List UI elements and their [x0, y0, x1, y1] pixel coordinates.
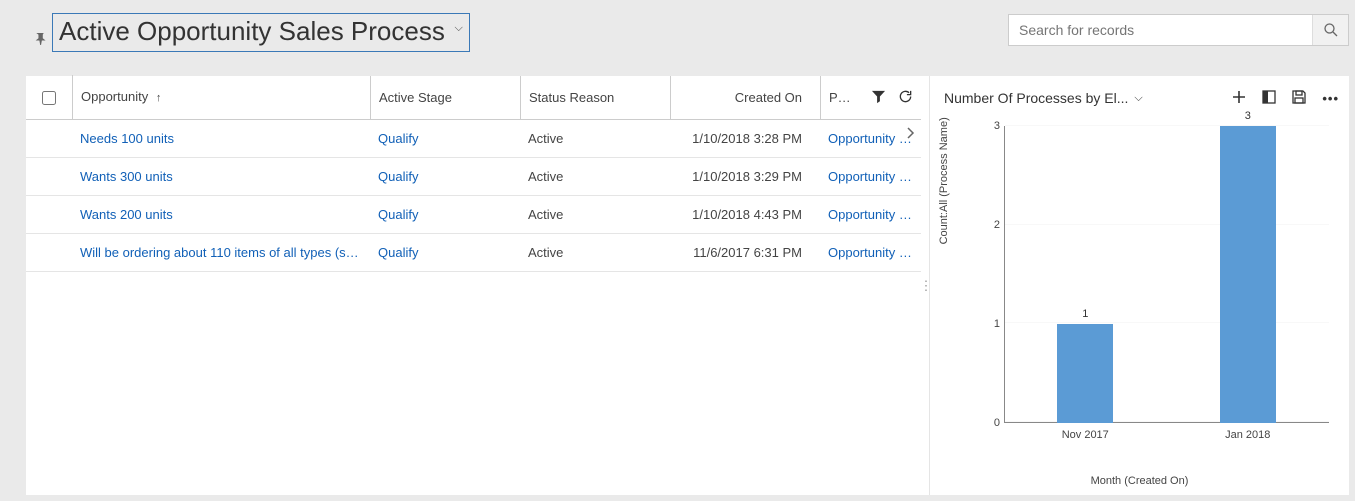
cell-status: Active [520, 234, 670, 272]
cell-status: Active [520, 120, 670, 158]
cell-opportunity[interactable]: Will be ordering about 110 items of all … [72, 234, 370, 272]
more-icon[interactable]: ••• [1322, 91, 1339, 106]
search-box [1008, 14, 1349, 46]
chart-x-axis-label: Month (Created On) [930, 475, 1349, 487]
chart-x-tick: Nov 2017 [1062, 429, 1109, 441]
chevron-down-icon: ⌵ [1134, 92, 1142, 105]
cell-created: 1/10/2018 3:29 PM [670, 158, 820, 196]
chart-bar-label: 1 [1057, 308, 1113, 320]
table-row[interactable]: Needs 100 unitsQualifyActive1/10/2018 3:… [26, 120, 921, 158]
chart-bar[interactable]: 3 [1220, 126, 1276, 423]
view-title-text: Active Opportunity Sales Process [59, 16, 445, 46]
chart-x-tick: Jan 2018 [1225, 429, 1270, 441]
chart-selector[interactable]: Number Of Processes by El... ⌵ [944, 90, 1143, 106]
col-header-created-on[interactable]: Created On [670, 76, 820, 120]
pane-resize-handle[interactable]: ⋮ [921, 76, 929, 495]
add-chart-icon[interactable] [1232, 90, 1246, 107]
cell-opportunity[interactable]: Wants 200 units [72, 196, 370, 234]
cell-process[interactable]: Opportunity Sa [820, 169, 921, 184]
grid-body: Needs 100 unitsQualifyActive1/10/2018 3:… [26, 120, 921, 272]
chart-y-tick: 1 [986, 318, 1000, 330]
cell-opportunity[interactable]: Needs 100 units [72, 120, 370, 158]
cell-created: 1/10/2018 4:43 PM [670, 196, 820, 234]
table-row[interactable]: Wants 300 unitsQualifyActive1/10/2018 3:… [26, 158, 921, 196]
col-header-active-stage[interactable]: Active Stage [370, 76, 520, 120]
cell-stage[interactable]: Qualify [370, 120, 520, 158]
grid-header: Opportunity ↑ Active Stage Status Reason… [26, 76, 921, 120]
sort-asc-icon: ↑ [156, 92, 162, 104]
cell-stage[interactable]: Qualify [370, 234, 520, 272]
expand-right-icon[interactable] [905, 126, 915, 143]
search-input[interactable] [1009, 15, 1312, 45]
chart-y-tick: 2 [986, 219, 1000, 231]
cell-status: Active [520, 196, 670, 234]
cell-stage[interactable]: Qualify [370, 158, 520, 196]
col-header-opportunity[interactable]: Opportunity ↑ [72, 75, 370, 120]
filter-icon[interactable] [871, 89, 886, 107]
save-chart-icon[interactable] [1292, 90, 1306, 107]
select-all-checkbox[interactable] [26, 91, 72, 105]
chart-y-axis-label: Count:All (Process Name) [938, 117, 950, 244]
chart-y-tick: 0 [986, 417, 1000, 429]
chart-y-tick: 3 [986, 120, 1000, 132]
cell-created: 11/6/2017 6:31 PM [670, 234, 820, 272]
chevron-down-icon: ⌵ [455, 22, 463, 35]
expand-chart-icon[interactable] [1262, 90, 1276, 107]
refresh-icon[interactable] [898, 89, 913, 107]
table-row[interactable]: Will be ordering about 110 items of all … [26, 234, 921, 272]
col-header-process[interactable]: Proc [820, 76, 860, 120]
cell-process[interactable]: Opportunity Sa [820, 207, 921, 222]
cell-stage[interactable]: Qualify [370, 196, 520, 234]
table-row[interactable]: Wants 200 unitsQualifyActive1/10/2018 4:… [26, 196, 921, 234]
col-header-status-reason[interactable]: Status Reason [520, 76, 670, 120]
search-button[interactable] [1312, 15, 1348, 45]
view-selector[interactable]: Active Opportunity Sales Process ⌵ [52, 13, 470, 52]
cell-opportunity[interactable]: Wants 300 units [72, 158, 370, 196]
cell-process[interactable]: Opportunity Sa [820, 245, 921, 260]
cell-created: 1/10/2018 3:28 PM [670, 120, 820, 158]
chart-bar[interactable]: 1 [1057, 324, 1113, 423]
chart-area: Count:All (Process Name) 0 1 2 3 1 Nov 2017 3 J… [930, 120, 1349, 495]
cell-status: Active [520, 158, 670, 196]
chart-bar-label: 3 [1220, 110, 1276, 122]
pin-icon[interactable] [33, 31, 47, 48]
